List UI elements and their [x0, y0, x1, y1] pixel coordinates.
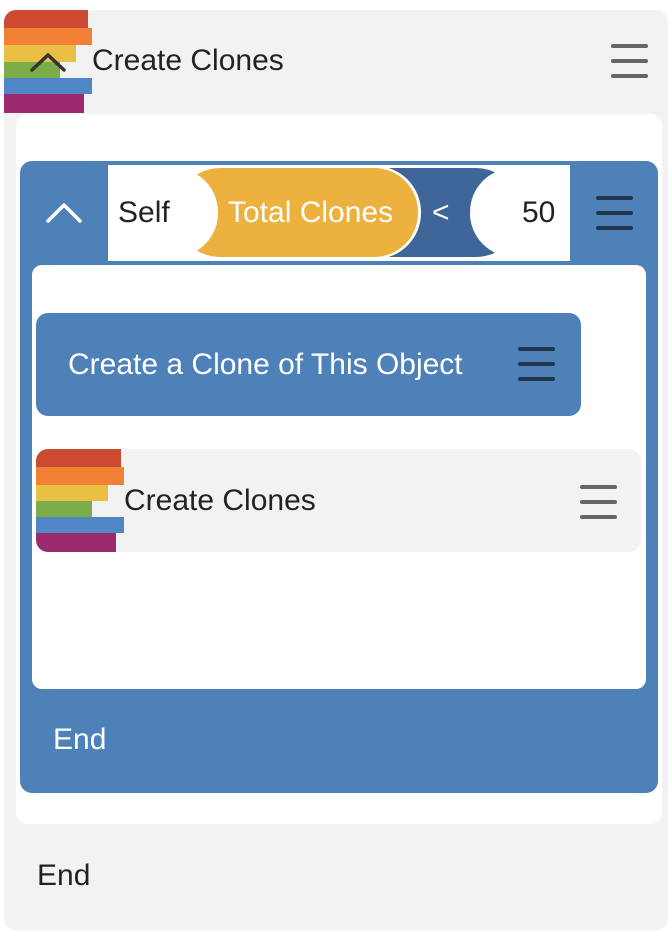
left-operand: Self [118, 196, 170, 229]
rainbow-stripes-icon [36, 449, 126, 552]
while-end-label: End [53, 723, 107, 756]
variable-name: Total Clones [228, 196, 394, 229]
hamburger-menu-icon[interactable] [580, 485, 617, 519]
hamburger-menu-icon[interactable] [518, 347, 555, 381]
hamburger-menu-icon[interactable] [596, 196, 633, 230]
action-label: Create a Clone of This Object [68, 348, 463, 381]
script-end-label: End [37, 859, 91, 892]
chevron-up-icon[interactable] [44, 199, 84, 225]
nested-script-title: Create Clones [124, 484, 316, 517]
script-title: Create Clones [92, 44, 284, 77]
operator-symbol: < [432, 196, 450, 229]
chevron-up-icon[interactable] [28, 50, 68, 74]
hamburger-menu-icon[interactable] [611, 44, 648, 78]
right-operand: 50 [522, 196, 556, 229]
